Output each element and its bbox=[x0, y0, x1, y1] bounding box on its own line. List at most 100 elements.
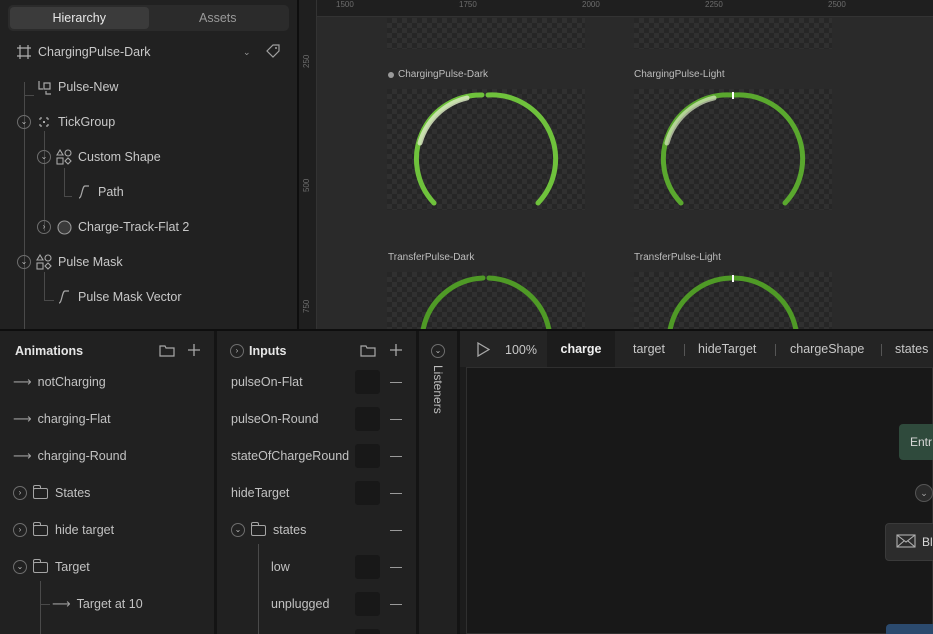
artboard-label[interactable]: ChargingPulse-Light bbox=[634, 69, 725, 80]
input-item[interactable]: low bbox=[271, 552, 290, 582]
add-icon[interactable] bbox=[389, 343, 403, 361]
input-item[interactable]: unplugged bbox=[271, 589, 329, 619]
chevron-down-icon[interactable]: ⌄ bbox=[243, 47, 251, 58]
folder-item[interactable]: › States bbox=[13, 478, 90, 508]
input-toggle[interactable] bbox=[355, 592, 380, 616]
chevron-down-icon[interactable]: ⌄ bbox=[231, 523, 245, 537]
tab-states[interactable]: states bbox=[895, 331, 928, 367]
arrow-right-icon: ⟶ bbox=[13, 374, 32, 389]
remove-icon[interactable] bbox=[390, 419, 402, 420]
charging-gauge bbox=[660, 92, 806, 206]
hierarchy-item[interactable]: Path bbox=[76, 177, 124, 207]
transfer-gauge bbox=[667, 275, 799, 329]
hierarchy-item[interactable]: ⌄ Custom Shape bbox=[37, 142, 161, 172]
remove-icon[interactable] bbox=[390, 493, 402, 494]
artboard-label[interactable]: TransferPulse-Dark bbox=[388, 252, 474, 263]
artboard-label[interactable]: ChargingPulse-Dark bbox=[398, 69, 488, 80]
input-toggle[interactable] bbox=[355, 629, 380, 634]
zoom-level[interactable]: 100% bbox=[505, 343, 537, 357]
chevron-down-icon[interactable]: ⌄ bbox=[17, 255, 31, 269]
add-folder-icon[interactable] bbox=[360, 344, 376, 361]
remove-icon[interactable] bbox=[390, 382, 402, 383]
artboard-charging-light[interactable] bbox=[634, 89, 832, 210]
state-graph-canvas[interactable]: Entr ⌄ Bl bbox=[466, 367, 933, 634]
path-icon bbox=[56, 289, 72, 305]
input-toggle[interactable] bbox=[355, 370, 380, 394]
hierarchy-item[interactable]: ⌄ Pulse Mask bbox=[17, 247, 123, 277]
arrow-right-icon: ⟶ bbox=[52, 596, 71, 611]
active-dot-icon bbox=[388, 72, 394, 78]
transfer-gauge bbox=[420, 275, 552, 329]
tab-assets[interactable]: Assets bbox=[149, 7, 288, 29]
gauge-arc-right bbox=[732, 92, 806, 206]
chevron-down-icon[interactable]: ⌄ bbox=[431, 344, 445, 358]
chevron-right-icon[interactable]: › bbox=[13, 523, 27, 537]
hierarchy-item[interactable]: ⌄ TickGroup bbox=[17, 107, 115, 137]
input-item[interactable]: pulseOn-Flat bbox=[231, 367, 303, 397]
animation-item[interactable]: ⟶ charging-Round bbox=[13, 441, 127, 471]
artboard-name: ChargingPulse-Dark bbox=[38, 45, 151, 59]
artboard-charging-dark[interactable] bbox=[387, 89, 585, 210]
arrow-right-icon: ⟶ bbox=[13, 448, 32, 463]
charging-gauge bbox=[414, 92, 559, 206]
tab-hidetarget[interactable]: hideTarget bbox=[698, 331, 756, 367]
play-icon[interactable] bbox=[476, 341, 491, 360]
tab-target[interactable]: target bbox=[633, 331, 665, 367]
add-folder-icon[interactable] bbox=[159, 344, 175, 361]
remove-icon[interactable] bbox=[390, 456, 402, 457]
chevron-down-icon[interactable]: ⌄ bbox=[915, 484, 933, 502]
tag-icon[interactable] bbox=[266, 44, 280, 61]
remove-icon[interactable] bbox=[390, 567, 402, 568]
chevron-right-icon[interactable]: › bbox=[13, 486, 27, 500]
entry-node[interactable]: Entr bbox=[899, 424, 933, 460]
add-icon[interactable] bbox=[187, 343, 201, 361]
input-item[interactable]: hideTarget bbox=[231, 478, 289, 508]
state-machine-panel: 100% charge target hideTarget chargeShap… bbox=[460, 331, 933, 634]
chevron-right-icon[interactable]: › bbox=[37, 220, 51, 234]
state-node[interactable] bbox=[886, 624, 933, 634]
remove-icon[interactable] bbox=[390, 604, 402, 605]
animation-item[interactable]: ⟶ Target at 10 bbox=[52, 589, 143, 619]
shape-icon bbox=[36, 254, 52, 270]
tab-charge[interactable]: charge bbox=[547, 331, 615, 367]
hierarchy-panel: Hierarchy Assets ChargingPulse-Dark ⌄ Pu… bbox=[0, 0, 297, 330]
animations-title: Animations bbox=[15, 344, 84, 358]
input-toggle[interactable] bbox=[355, 555, 380, 579]
hierarchy-item[interactable]: Pulse Mask Vector bbox=[56, 282, 182, 312]
arrow-right-icon: ⟶ bbox=[13, 411, 32, 426]
inputs-panel: › Inputs pulseOn-Flat pulseOn-Round stat… bbox=[217, 331, 416, 634]
artboard-row[interactable]: ChargingPulse-Dark ⌄ bbox=[16, 37, 291, 67]
artboard[interactable] bbox=[387, 18, 585, 49]
chevron-right-icon[interactable]: › bbox=[230, 344, 244, 358]
input-item[interactable]: pulseOn-Round bbox=[231, 404, 319, 434]
input-item[interactable]: stateOfChargeRound bbox=[231, 441, 349, 471]
hierarchy-item[interactable]: › Charge-Track-Flat 2 bbox=[37, 212, 189, 242]
input-toggle[interactable] bbox=[355, 407, 380, 431]
chevron-down-icon[interactable]: ⌄ bbox=[37, 150, 51, 164]
hierarchy-tabs: Hierarchy Assets bbox=[8, 5, 289, 31]
ruler-horizontal: 1500 1750 2000 2250 2500 bbox=[299, 0, 933, 17]
input-value[interactable] bbox=[355, 444, 380, 468]
ellipse-icon bbox=[56, 219, 72, 235]
chevron-down-icon[interactable]: ⌄ bbox=[17, 115, 31, 129]
tab-hierarchy[interactable]: Hierarchy bbox=[10, 7, 149, 29]
folder-icon bbox=[251, 521, 266, 536]
folder-item[interactable]: › hide target bbox=[13, 515, 114, 545]
remove-icon[interactable] bbox=[390, 530, 402, 531]
animation-item[interactable]: ⟶ charging-Flat bbox=[13, 404, 111, 434]
artboard[interactable] bbox=[634, 18, 832, 49]
blend-node[interactable]: Bl bbox=[885, 523, 933, 561]
animation-item[interactable]: ⟶ notCharging bbox=[13, 367, 106, 397]
shape-icon bbox=[56, 149, 72, 165]
artboard-label[interactable]: TransferPulse-Light bbox=[634, 252, 721, 263]
tab-chargeshape[interactable]: chargeShape bbox=[790, 331, 864, 367]
chevron-down-icon[interactable]: ⌄ bbox=[13, 560, 27, 574]
folder-item[interactable]: ⌄ Target bbox=[13, 552, 90, 582]
canvas[interactable]: 1500 1750 2000 2250 2500 250 500 750 Cha… bbox=[299, 0, 933, 329]
input-toggle[interactable] bbox=[355, 481, 380, 505]
hierarchy-item[interactable]: Pulse-New bbox=[36, 72, 118, 102]
listeners-title[interactable]: Listeners bbox=[431, 365, 445, 414]
folder-item[interactable]: ⌄ states bbox=[231, 515, 306, 545]
artboard-transfer-light[interactable] bbox=[634, 272, 832, 329]
artboard-transfer-dark[interactable] bbox=[387, 272, 585, 329]
